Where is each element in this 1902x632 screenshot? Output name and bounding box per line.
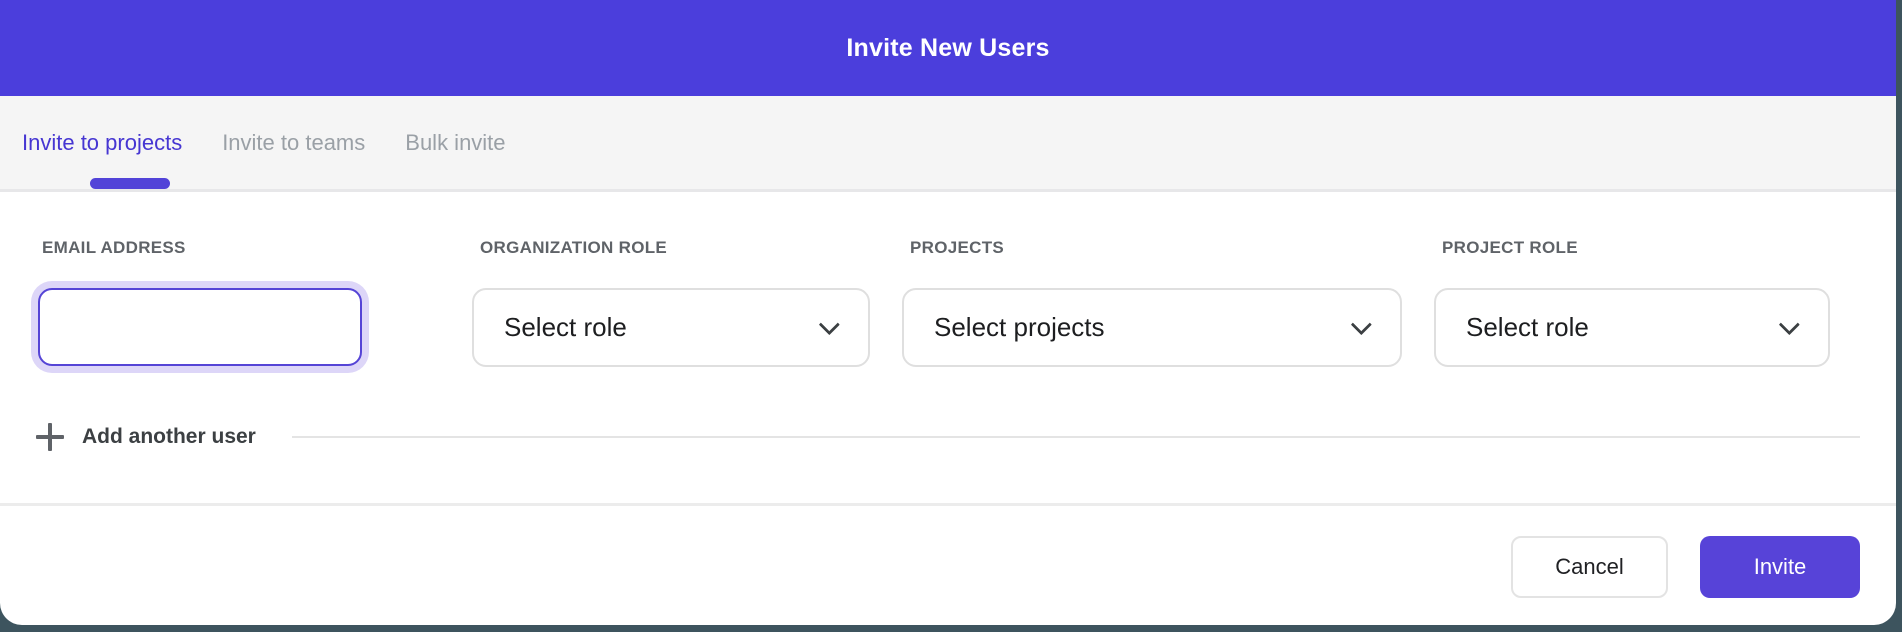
tab-bulk-invite[interactable]: Bulk invite xyxy=(405,96,505,189)
invite-button[interactable]: Invite xyxy=(1700,536,1860,598)
organization-role-select[interactable]: Select role xyxy=(472,288,870,367)
chevron-down-icon xyxy=(1779,314,1800,335)
email-address-input[interactable] xyxy=(38,288,362,366)
footer-divider xyxy=(0,503,1896,506)
tab-label: Bulk invite xyxy=(405,130,505,156)
email-address-label: EMAIL ADDRESS xyxy=(42,238,186,258)
add-another-user-label: Add another user xyxy=(82,425,256,449)
cancel-button[interactable]: Cancel xyxy=(1511,536,1668,598)
modal-title: Invite New Users xyxy=(846,34,1049,63)
tab-invite-to-teams[interactable]: Invite to teams xyxy=(222,96,365,189)
tab-label: Invite to projects xyxy=(22,130,182,156)
invite-new-users-modal: Invite New Users Invite to projects Invi… xyxy=(0,0,1896,625)
project-role-selected-value: Select role xyxy=(1466,312,1779,343)
plus-icon xyxy=(36,423,64,451)
projects-select[interactable]: Select projects xyxy=(902,288,1402,367)
project-role-label: PROJECT ROLE xyxy=(1442,238,1578,258)
projects-label: PROJECTS xyxy=(910,238,1004,258)
chevron-down-icon xyxy=(819,314,840,335)
organization-role-selected-value: Select role xyxy=(504,312,819,343)
add-row-divider xyxy=(292,436,1860,438)
chevron-down-icon xyxy=(1351,314,1372,335)
tab-bar: Invite to projects Invite to teams Bulk … xyxy=(0,96,1896,192)
tab-invite-to-projects[interactable]: Invite to projects xyxy=(22,96,182,189)
modal-header: Invite New Users xyxy=(0,0,1896,96)
active-tab-underline xyxy=(90,178,170,189)
tab-label: Invite to teams xyxy=(222,130,365,156)
organization-role-label: ORGANIZATION ROLE xyxy=(480,238,667,258)
project-role-select[interactable]: Select role xyxy=(1434,288,1830,367)
add-another-user-button[interactable]: Add another user xyxy=(36,412,1860,462)
projects-selected-value: Select projects xyxy=(934,312,1351,343)
